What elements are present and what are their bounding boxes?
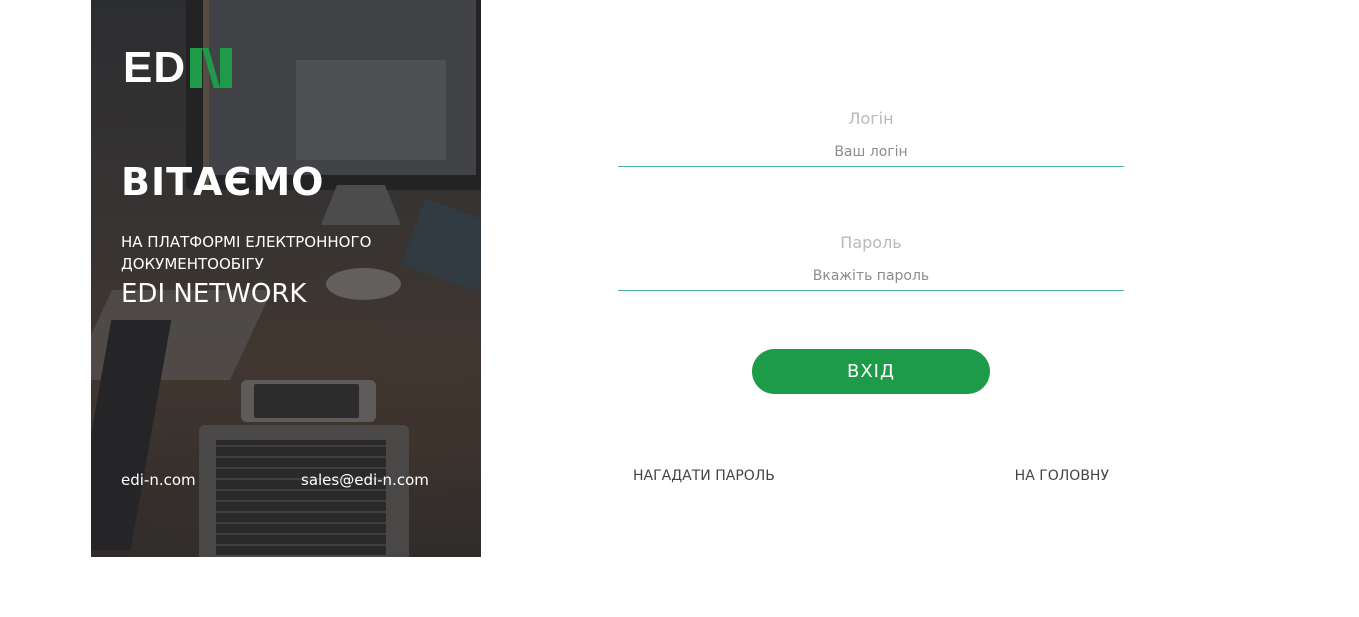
edin-n-mark-icon (190, 48, 234, 88)
password-input[interactable] (618, 261, 1124, 291)
edin-logo: ED (123, 43, 234, 92)
website-link[interactable]: edi-n.com (121, 471, 196, 489)
brand-name: EDI NETWORK (121, 279, 307, 309)
email-link[interactable]: sales@edi-n.com (301, 471, 429, 489)
login-label: Логін (848, 109, 894, 128)
forgot-password-link[interactable]: НАГАДАТИ ПАРОЛЬ (633, 468, 775, 484)
welcome-subtitle: НА ПЛАТФОРМІ ЕЛЕКТРОННОГО ДОКУМЕНТООБІГУ (121, 233, 372, 273)
login-form: Логін Пароль ВХІД НАГАДАТИ ПАРОЛЬ НА ГОЛ… (618, 0, 1124, 617)
welcome-panel: ED ВІТАЄМО НА ПЛАТФОРМІ ЕЛЕКТРОННОГО ДОК… (91, 0, 481, 557)
password-label: Пароль (840, 233, 902, 252)
logo-text: ED (123, 43, 187, 92)
login-button[interactable]: ВХІД (752, 349, 990, 394)
home-link[interactable]: НА ГОЛОВНУ (1015, 468, 1109, 484)
login-input[interactable] (618, 137, 1124, 167)
welcome-title: ВІТАЄМО (121, 160, 325, 204)
